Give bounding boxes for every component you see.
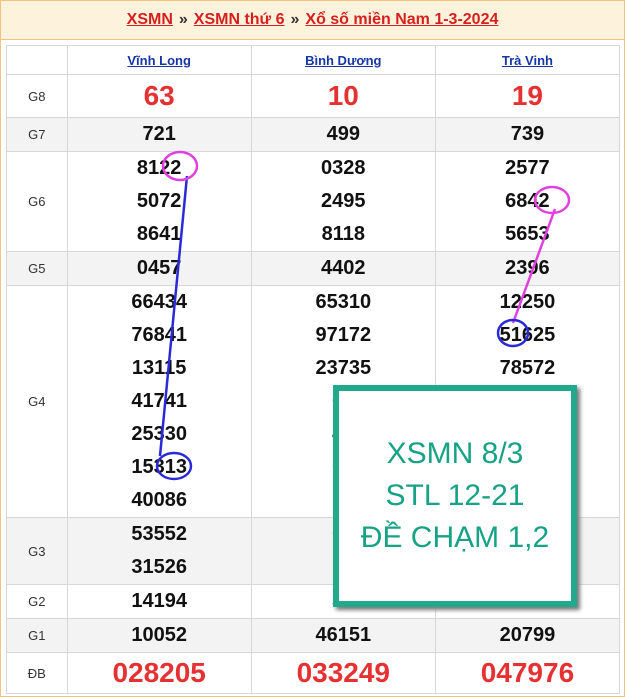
overlay-line-de: ĐỀ CHẠM 1,2 [360, 521, 550, 554]
overlay-line-stl: STL 12-21 [385, 479, 525, 512]
connector-line-pink [511, 208, 557, 324]
connector-line-blue [158, 175, 189, 457]
prediction-overlay-box: XSMN 8/3 STL 12-21 ĐỀ CHẠM 1,2 [333, 385, 577, 607]
highlight-circle-pink [161, 150, 199, 182]
highlight-circle-blue [496, 318, 530, 348]
highlight-circle-blue [155, 451, 193, 481]
highlight-circle-pink [533, 185, 571, 215]
overlay-line-title: XSMN 8/3 [386, 437, 524, 470]
